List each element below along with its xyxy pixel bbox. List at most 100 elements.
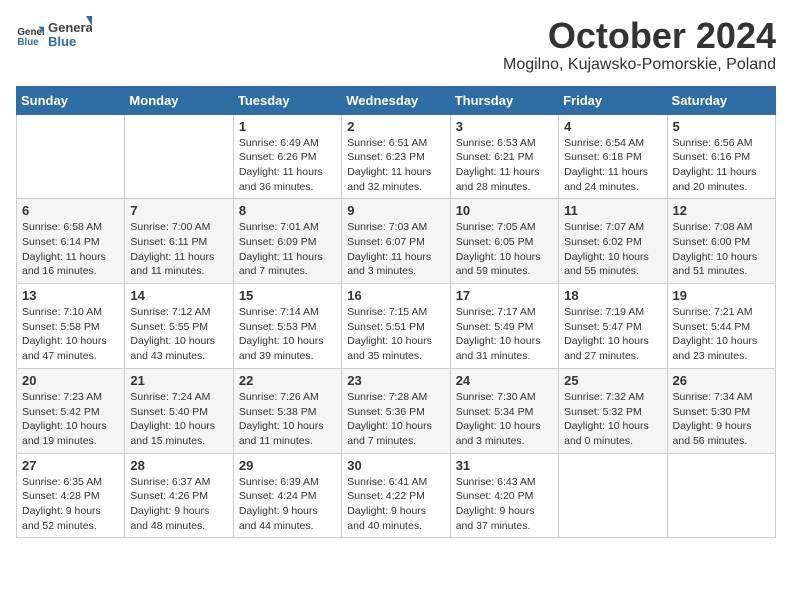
- day-detail: Sunrise: 6:56 AM Sunset: 6:16 PM Dayligh…: [673, 136, 770, 195]
- month-title: October 2024: [503, 16, 776, 56]
- calendar-cell: 25 Sunrise: 7:32 AM Sunset: 5:32 PM Dayli…: [559, 368, 667, 453]
- calendar-cell: 4 Sunrise: 6:54 AM Sunset: 6:18 PM Daylig…: [559, 114, 667, 199]
- calendar-cell: 3Sunrise: 6:53 AM Sunset: 6:21 PM Daylig…: [450, 114, 558, 199]
- day-number: 24: [456, 373, 553, 388]
- calendar-cell: 21 Sunrise: 7:24 AM Sunset: 5:40 PM Dayli…: [125, 368, 233, 453]
- day-number: 19: [673, 288, 770, 303]
- day-detail: Sunrise: 6:35 AM Sunset: 4:28 PM Dayligh…: [22, 475, 119, 534]
- day-number: 3: [456, 119, 553, 134]
- calendar-cell: [17, 114, 125, 199]
- calendar-cell: 23 Sunrise: 7:28 AM Sunset: 5:36 PM Dayli…: [342, 368, 450, 453]
- day-number: 26: [673, 373, 770, 388]
- calendar-cell: [125, 114, 233, 199]
- day-detail: Sunrise: 7:08 AM Sunset: 6:00 PM Dayligh…: [673, 220, 770, 279]
- calendar-cell: 7 Sunrise: 7:00 AM Sunset: 6:11 PM Daylig…: [125, 199, 233, 284]
- calendar-cell: 24 Sunrise: 7:30 AM Sunset: 5:34 PM Dayli…: [450, 368, 558, 453]
- day-number: 8: [239, 203, 336, 218]
- day-number: 5: [673, 119, 770, 134]
- svg-text:General: General: [48, 20, 92, 35]
- location-title: Mogilno, Kujawsko-Pomorskie, Poland: [503, 56, 776, 74]
- day-number: 14: [130, 288, 227, 303]
- calendar-cell: 6Sunrise: 6:58 AM Sunset: 6:14 PM Daylig…: [17, 199, 125, 284]
- day-number: 25: [564, 373, 661, 388]
- day-number: 27: [22, 458, 119, 473]
- svg-text:Blue: Blue: [48, 34, 76, 49]
- calendar-cell: 18 Sunrise: 7:19 AM Sunset: 5:47 PM Dayli…: [559, 284, 667, 369]
- day-detail: Sunrise: 7:34 AM Sunset: 5:30 PM Dayligh…: [673, 390, 770, 449]
- day-number: 31: [456, 458, 553, 473]
- day-number: 22: [239, 373, 336, 388]
- day-detail: Sunrise: 7:28 AM Sunset: 5:36 PM Dayligh…: [347, 390, 444, 449]
- day-number: 13: [22, 288, 119, 303]
- day-detail: Sunrise: 7:15 AM Sunset: 5:51 PM Dayligh…: [347, 305, 444, 364]
- calendar-cell: 15Sunrise: 7:14 AM Sunset: 5:53 PM Dayli…: [233, 284, 341, 369]
- day-detail: Sunrise: 6:41 AM Sunset: 4:22 PM Dayligh…: [347, 475, 444, 534]
- day-detail: Sunrise: 7:26 AM Sunset: 5:38 PM Dayligh…: [239, 390, 336, 449]
- calendar-cell: 9 Sunrise: 7:03 AM Sunset: 6:07 PM Daylig…: [342, 199, 450, 284]
- day-detail: Sunrise: 7:19 AM Sunset: 5:47 PM Dayligh…: [564, 305, 661, 364]
- day-number: 11: [564, 203, 661, 218]
- calendar-cell: 28 Sunrise: 6:37 AM Sunset: 4:26 PM Dayli…: [125, 453, 233, 538]
- page-header: General Blue General Blue October 2024 M…: [16, 16, 776, 74]
- day-number: 9: [347, 203, 444, 218]
- day-number: 7: [130, 203, 227, 218]
- day-detail: Sunrise: 7:17 AM Sunset: 5:49 PM Dayligh…: [456, 305, 553, 364]
- day-number: 6: [22, 203, 119, 218]
- day-detail: Sunrise: 7:30 AM Sunset: 5:34 PM Dayligh…: [456, 390, 553, 449]
- header-saturday: Saturday: [667, 86, 775, 114]
- calendar-cell: 26 Sunrise: 7:34 AM Sunset: 5:30 PM Dayli…: [667, 368, 775, 453]
- day-detail: Sunrise: 7:32 AM Sunset: 5:32 PM Dayligh…: [564, 390, 661, 449]
- day-number: 10: [456, 203, 553, 218]
- header-thursday: Thursday: [450, 86, 558, 114]
- calendar-cell: 31 Sunrise: 6:43 AM Sunset: 4:20 PM Dayli…: [450, 453, 558, 538]
- calendar-cell: 30 Sunrise: 6:41 AM Sunset: 4:22 PM Dayli…: [342, 453, 450, 538]
- day-detail: Sunrise: 7:23 AM Sunset: 5:42 PM Dayligh…: [22, 390, 119, 449]
- day-number: 15: [239, 288, 336, 303]
- calendar-cell: 12 Sunrise: 7:08 AM Sunset: 6:00 PM Dayli…: [667, 199, 775, 284]
- calendar-cell: 11Sunrise: 7:07 AM Sunset: 6:02 PM Dayli…: [559, 199, 667, 284]
- calendar-cell: 13Sunrise: 7:10 AM Sunset: 5:58 PM Dayli…: [17, 284, 125, 369]
- day-number: 23: [347, 373, 444, 388]
- day-detail: Sunrise: 7:00 AM Sunset: 6:11 PM Dayligh…: [130, 220, 227, 279]
- header-friday: Friday: [559, 86, 667, 114]
- header-tuesday: Tuesday: [233, 86, 341, 114]
- day-number: 29: [239, 458, 336, 473]
- day-number: 2: [347, 119, 444, 134]
- header-wednesday: Wednesday: [342, 86, 450, 114]
- day-number: 16: [347, 288, 444, 303]
- day-number: 28: [130, 458, 227, 473]
- calendar-cell: 2 Sunrise: 6:51 AM Sunset: 6:23 PM Daylig…: [342, 114, 450, 199]
- calendar-cell: 19 Sunrise: 7:21 AM Sunset: 5:44 PM Dayli…: [667, 284, 775, 369]
- day-number: 21: [130, 373, 227, 388]
- calendar-cell: 10Sunrise: 7:05 AM Sunset: 6:05 PM Dayli…: [450, 199, 558, 284]
- calendar-table: SundayMondayTuesdayWednesdayThursdayFrid…: [16, 86, 776, 539]
- day-detail: Sunrise: 7:21 AM Sunset: 5:44 PM Dayligh…: [673, 305, 770, 364]
- day-number: 1: [239, 119, 336, 134]
- calendar-cell: 27 Sunrise: 6:35 AM Sunset: 4:28 PM Dayli…: [17, 453, 125, 538]
- title-block: October 2024 Mogilno, Kujawsko-Pomorskie…: [503, 16, 776, 74]
- logo-graphic: General Blue: [48, 16, 92, 54]
- day-number: 30: [347, 458, 444, 473]
- day-detail: Sunrise: 6:43 AM Sunset: 4:20 PM Dayligh…: [456, 475, 553, 534]
- day-detail: Sunrise: 6:54 AM Sunset: 6:18 PM Dayligh…: [564, 136, 661, 195]
- calendar-header-row: SundayMondayTuesdayWednesdayThursdayFrid…: [17, 86, 776, 114]
- day-detail: Sunrise: 7:24 AM Sunset: 5:40 PM Dayligh…: [130, 390, 227, 449]
- day-detail: Sunrise: 6:37 AM Sunset: 4:26 PM Dayligh…: [130, 475, 227, 534]
- header-sunday: Sunday: [17, 86, 125, 114]
- header-monday: Monday: [125, 86, 233, 114]
- day-number: 18: [564, 288, 661, 303]
- logo: General Blue General Blue: [16, 16, 92, 54]
- day-number: 4: [564, 119, 661, 134]
- calendar-cell: 1Sunrise: 6:49 AM Sunset: 6:26 PM Daylig…: [233, 114, 341, 199]
- day-detail: Sunrise: 7:12 AM Sunset: 5:55 PM Dayligh…: [130, 305, 227, 364]
- day-detail: Sunrise: 7:03 AM Sunset: 6:07 PM Dayligh…: [347, 220, 444, 279]
- day-detail: Sunrise: 6:51 AM Sunset: 6:23 PM Dayligh…: [347, 136, 444, 195]
- calendar-cell: 17Sunrise: 7:17 AM Sunset: 5:49 PM Dayli…: [450, 284, 558, 369]
- calendar-cell: 8Sunrise: 7:01 AM Sunset: 6:09 PM Daylig…: [233, 199, 341, 284]
- day-number: 20: [22, 373, 119, 388]
- day-detail: Sunrise: 6:39 AM Sunset: 4:24 PM Dayligh…: [239, 475, 336, 534]
- day-number: 12: [673, 203, 770, 218]
- calendar-cell: 29 Sunrise: 6:39 AM Sunset: 4:24 PM Dayli…: [233, 453, 341, 538]
- calendar-cell: 16 Sunrise: 7:15 AM Sunset: 5:51 PM Dayli…: [342, 284, 450, 369]
- calendar-cell: 22 Sunrise: 7:26 AM Sunset: 5:38 PM Dayli…: [233, 368, 341, 453]
